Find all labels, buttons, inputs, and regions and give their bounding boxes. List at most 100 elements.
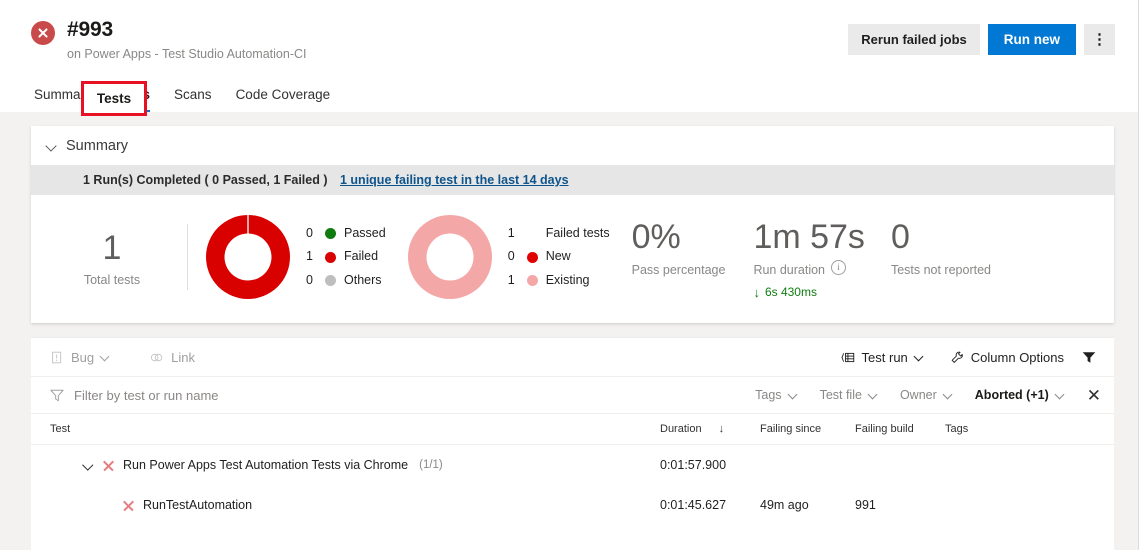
results-toolbar: Bug Link Test run Column Options: [31, 338, 1114, 377]
column-header-duration[interactable]: Duration ↓: [660, 414, 760, 445]
failed-dot-icon: [325, 251, 336, 263]
filter-toggle-button[interactable]: [1082, 351, 1096, 364]
legend-label-existing: Existing: [545, 272, 590, 287]
failure-donut-group: 1 Failed tests 0 New 1 Existing: [386, 215, 610, 299]
metrics-divider: [187, 224, 188, 290]
search-input-placeholder: Filter by test or run name: [74, 387, 219, 403]
summary-section-toggle[interactable]: Summary: [31, 126, 1114, 165]
legend-count-passed: 0: [306, 225, 313, 240]
legend-label-failed-tests: Failed tests: [545, 225, 610, 240]
bug-button[interactable]: Bug: [50, 350, 110, 365]
page-canvas: Summary 1 Run(s) Completed ( 0 Passed, 1…: [0, 112, 1138, 550]
outcome-donut-group: 0 Passed 1 Failed 0 Others: [194, 215, 386, 299]
existing-dot-icon: [526, 275, 538, 286]
filter-tags-label: Tags: [755, 388, 782, 402]
group-row-content: Run Power Apps Test Automation Tests via…: [50, 458, 660, 472]
pass-percentage-metric: 0% Pass percentage: [610, 211, 726, 277]
group-row-tags: [945, 445, 1114, 486]
chevron-down-icon: [1056, 391, 1065, 400]
group-by-icon: [841, 352, 854, 362]
pass-percentage-value: 0%: [631, 218, 681, 256]
rerun-failed-jobs-button[interactable]: Rerun failed jobs: [848, 24, 980, 55]
error-circle-icon: [31, 21, 55, 45]
test-results-card: Bug Link Test run Column Options Filter …: [31, 337, 1114, 550]
group-row-name: Run Power Apps Test Automation Tests via…: [123, 458, 409, 472]
more-actions-button[interactable]: ⋮: [1084, 24, 1115, 55]
tests-not-reported-caption: Tests not reported: [890, 263, 991, 277]
bug-label: Bug: [71, 349, 95, 365]
legend-count-others: 0: [306, 272, 313, 287]
group-row-test-cell: Run Power Apps Test Automation Tests via…: [31, 445, 660, 486]
table-row[interactable]: RunTestAutomation 0:01:45.627 49m ago 99…: [31, 485, 1114, 525]
build-subtitle: on Power Apps - Test Studio Automation-C…: [67, 47, 307, 61]
group-row-duration: 0:01:57.900: [660, 458, 727, 472]
column-header-failing-since[interactable]: Failing since: [760, 414, 855, 445]
table-row[interactable]: Run Power Apps Test Automation Tests via…: [31, 445, 1114, 486]
column-header-test[interactable]: Test: [31, 414, 660, 445]
search-input[interactable]: Filter by test or run name: [50, 388, 219, 403]
build-title-block: #993 on Power Apps - Test Studio Automat…: [67, 18, 306, 62]
child-row-name[interactable]: RunTestAutomation: [143, 498, 252, 512]
run-summary-strip: 1 Run(s) Completed ( 0 Passed, 1 Failed …: [31, 165, 1114, 195]
link-label: Link: [171, 349, 195, 365]
summary-metrics: 1 Total tests 0 Passed 1 Failed 0 Others…: [31, 195, 1114, 323]
run-duration-caption: Run duration: [753, 263, 826, 277]
child-row-failing-build: 991: [855, 498, 876, 512]
results-table: Test Duration ↓ Failing since Failing bu…: [31, 414, 1114, 525]
legend-item-new: 0 New: [508, 245, 610, 269]
total-tests-metric: 1 Total tests: [31, 228, 187, 287]
unique-failing-test-link[interactable]: 1 unique failing test in the last 14 day…: [340, 173, 569, 187]
filter-test-file[interactable]: Test file: [820, 388, 878, 402]
failed-x-icon: [122, 499, 135, 512]
outcome-legend: 0 Passed 1 Failed 0 Others: [306, 222, 386, 293]
test-run-grouping-button[interactable]: Test run: [841, 350, 924, 365]
wrench-icon: [951, 351, 963, 363]
arrow-down-icon: ↓: [753, 284, 760, 300]
filter-tags[interactable]: Tags: [755, 388, 797, 402]
child-row-content: RunTestAutomation: [122, 498, 660, 512]
chevron-down-icon: [915, 353, 924, 362]
passed-dot-icon: [325, 228, 336, 239]
tab-summary[interactable]: Summary: [22, 87, 104, 112]
legend-label-others: Others: [344, 272, 382, 287]
filter-outcome[interactable]: Aborted (+1): [975, 388, 1065, 402]
total-tests-caption: Total tests: [83, 272, 141, 287]
legend-count-failed-tests: 1: [507, 225, 515, 240]
child-row-duration: 0:01:45.627: [660, 498, 727, 512]
tests-not-reported-metric: 0 Tests not reported: [865, 211, 991, 277]
tab-code-coverage[interactable]: Code Coverage: [224, 87, 343, 112]
new-dot-icon: [526, 251, 538, 263]
table-header-row: Test Duration ↓ Failing since Failing bu…: [31, 414, 1114, 445]
test-results-page: #993 on Power Apps - Test Studio Automat…: [0, 0, 1139, 550]
legend-item-others: 0 Others: [306, 269, 386, 293]
column-options-label: Column Options: [970, 349, 1064, 365]
link-button[interactable]: Link: [150, 350, 195, 365]
failure-donut-chart: [407, 215, 492, 299]
results-table-head: Test Duration ↓ Failing since Failing bu…: [31, 414, 1114, 445]
summary-card: Summary 1 Run(s) Completed ( 0 Passed, 1…: [31, 126, 1114, 323]
tab-tests[interactable]: Tests: [104, 87, 162, 112]
chevron-down-icon[interactable]: [83, 460, 94, 471]
run-duration-delta-value: 6s 430ms: [764, 285, 817, 299]
tab-bar: Summary Tests Scans Code Coverage Tests: [0, 78, 1138, 116]
legend-item-failed: 1 Failed: [306, 245, 386, 269]
legend-label-passed: Passed: [344, 225, 386, 240]
filter-owner[interactable]: Owner: [900, 388, 953, 402]
tests-not-reported-value: 0: [890, 218, 910, 256]
failure-legend: 1 Failed tests 0 New 1 Existing: [508, 222, 610, 293]
run-duration-metric: 1m 57s Run duration i ↓ 6s 430ms: [725, 211, 865, 299]
clear-filters-button[interactable]: ✕: [1087, 387, 1101, 404]
legend-count-new: 0: [507, 249, 515, 264]
run-new-button[interactable]: Run new: [987, 24, 1076, 55]
pass-percentage-caption: Pass percentage: [631, 263, 726, 277]
page-title: #993: [67, 18, 113, 41]
column-header-tags[interactable]: Tags: [945, 414, 1114, 445]
column-header-failing-build[interactable]: Failing build: [855, 414, 945, 445]
page-header: #993 on Power Apps - Test Studio Automat…: [0, 0, 1138, 78]
child-row-failing-since: 49m ago: [760, 498, 809, 512]
info-icon[interactable]: i: [831, 260, 847, 275]
tab-scans[interactable]: Scans: [162, 87, 224, 112]
column-options-button[interactable]: Column Options: [950, 350, 1064, 365]
filter-funnel-icon: [50, 389, 64, 401]
link-chain-icon: [151, 353, 163, 361]
